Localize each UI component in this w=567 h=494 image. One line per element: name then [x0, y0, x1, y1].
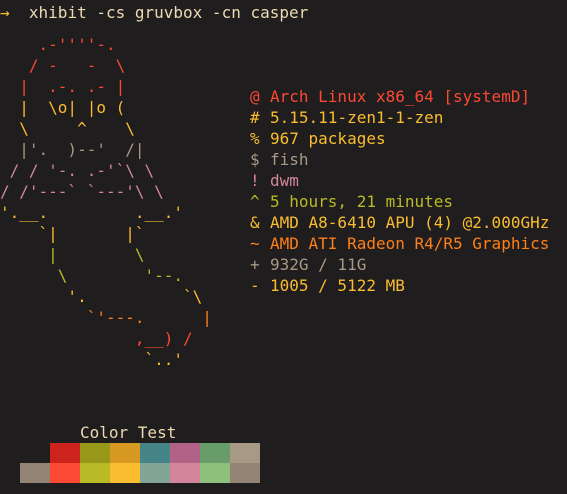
info-value: AMD A8-6410 APU (4) @2.000GHz: [270, 213, 550, 232]
info-value: fish: [270, 150, 309, 169]
ascii-art-line: | \: [0, 245, 145, 264]
color-swatch: [170, 443, 200, 463]
ascii-art-line: \ '--.: [0, 266, 184, 285]
info-symbol: &: [250, 213, 260, 232]
command-text: xhibit -cs gruvbox -cn casper: [28, 3, 309, 22]
ascii-art-line: / / '-. .-'`\ \: [0, 161, 155, 180]
info-row: ~ AMD ATI Radeon R4/R5 Graphics: [250, 233, 549, 254]
info-symbol: %: [250, 129, 260, 148]
color-swatch: [50, 463, 80, 483]
info-symbol: !: [250, 171, 260, 190]
ascii-art-line: / - - \: [0, 56, 126, 75]
ascii-art-line: `..': [0, 350, 184, 369]
color-swatch: [140, 443, 170, 463]
color-swatch-row-bright: [20, 463, 260, 483]
prompt-arrow-icon: →: [0, 3, 10, 22]
color-swatch: [110, 463, 140, 483]
color-swatch: [170, 463, 200, 483]
color-swatch: [50, 443, 80, 463]
ascii-art-line: / /'---` `---'\ \: [0, 182, 164, 201]
color-swatch: [200, 443, 230, 463]
color-swatch: [230, 463, 260, 483]
ascii-art-line: `'---. |: [0, 308, 212, 327]
ascii-art-line: ,__) /: [0, 329, 193, 348]
info-value: AMD ATI Radeon R4/R5 Graphics: [270, 234, 550, 253]
info-row: +932G / 11G: [250, 254, 549, 275]
color-swatch: [110, 443, 140, 463]
color-swatch: [230, 443, 260, 463]
ascii-art-line: '. `\: [0, 287, 203, 306]
ascii-art-line: |'. )--' /|: [0, 140, 145, 159]
info-row: & AMD A8-6410 APU (4) @2.000GHz: [250, 212, 549, 233]
info-row: @ Arch Linux x86_64 [systemD]: [250, 86, 549, 107]
color-swatch: [200, 463, 230, 483]
color-swatch-row-normal: [50, 443, 260, 463]
info-value: Arch Linux x86_64 [systemD]: [270, 87, 531, 106]
info-symbol: @: [250, 87, 260, 106]
system-info-list: @ Arch Linux x86_64 [systemD] #5.15.11-zen…: [250, 86, 549, 296]
ascii-art-line: | \o| |o (: [0, 98, 126, 117]
info-value: 967 packages: [270, 129, 386, 148]
info-symbol: ^: [250, 192, 260, 211]
info-value: dwm: [270, 171, 299, 190]
ascii-art-line: \ ^ \: [0, 119, 135, 138]
info-value: 5.15.11-zen1-1-zen: [270, 108, 444, 127]
info-symbol: $: [250, 150, 260, 169]
color-swatch: [80, 443, 110, 463]
info-row: ! dwm: [250, 170, 549, 191]
info-value: 5 hours, 21 minutes: [270, 192, 454, 211]
info-symbol: +: [250, 255, 260, 274]
ascii-art-line: `| |`: [0, 224, 145, 243]
info-row: #5.15.11-zen1-1-zen: [250, 107, 549, 128]
info-value: 1005 / 5122 MB: [270, 276, 405, 295]
color-test-title: Color Test: [80, 423, 177, 442]
info-row: -1005 / 5122 MB: [250, 275, 549, 296]
color-swatch: [80, 463, 110, 483]
info-row: $ fish: [250, 149, 549, 170]
info-value: 932G / 11G: [270, 255, 367, 274]
ascii-art-ghost: .-''''-. / - - \ | .-. .- | | \o| |o ( \…: [0, 34, 212, 370]
ascii-art-line: .-''''-.: [0, 35, 116, 54]
info-symbol: #: [250, 108, 260, 127]
info-row: % 967 packages: [250, 128, 549, 149]
info-symbol: ~: [250, 234, 260, 253]
info-row: ^ 5 hours, 21 minutes: [250, 191, 549, 212]
color-swatch: [20, 463, 50, 483]
shell-prompt: → xhibit -cs gruvbox -cn casper: [0, 2, 308, 23]
info-symbol: -: [250, 276, 260, 295]
color-swatch: [140, 463, 170, 483]
ascii-art-line: '.__. .__.': [0, 203, 184, 222]
ascii-art-line: | .-. .- |: [0, 77, 126, 96]
